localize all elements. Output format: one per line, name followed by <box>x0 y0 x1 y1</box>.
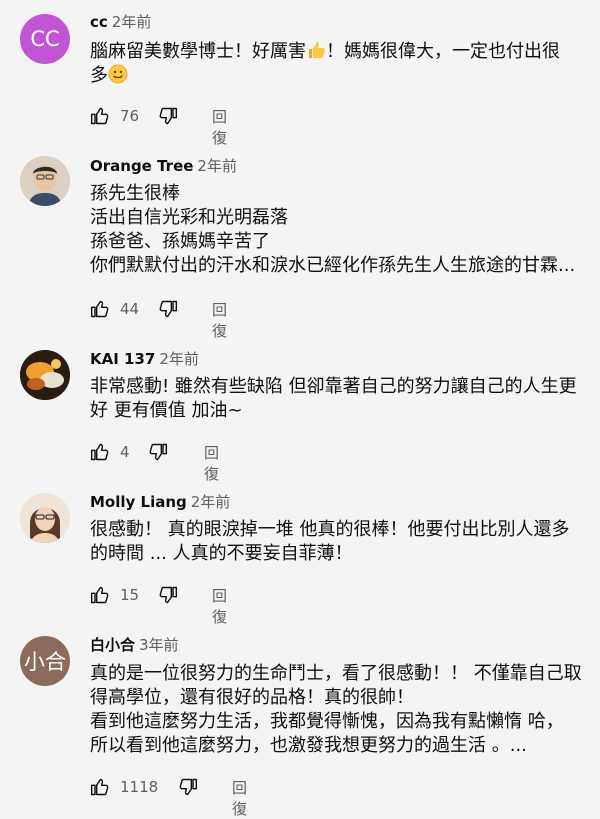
dislike-button[interactable] <box>158 585 178 605</box>
reply-button[interactable]: 回復 <box>232 777 247 819</box>
like-count: 76 <box>120 107 140 125</box>
avatar-initials: CC <box>30 27 60 51</box>
comment-header: Orange Tree 2年前 <box>90 156 237 176</box>
reply-button[interactable]: 回復 <box>212 106 227 148</box>
thumbs-down-icon <box>159 107 178 125</box>
comment-line: 所以看到他這麼努力，也激發我想更努力的過生活 。... <box>90 735 527 756</box>
thumbs-down-icon <box>159 586 178 604</box>
like-button[interactable]: 44 <box>90 299 139 319</box>
comment-time[interactable]: 2年前 <box>197 157 237 175</box>
comment-text: 真的是一位很努力的生命鬥士，看了很感動！！ 不僅靠自己取 得高學位，還有很好的品… <box>90 662 582 758</box>
avatar-initials: 小合 <box>24 650 66 674</box>
thumbs-up-emoji-icon <box>309 42 325 58</box>
like-button[interactable]: 15 <box>90 585 139 605</box>
comment-header: KAI 137 2年前 <box>90 349 199 369</box>
smiling-face-emoji-icon <box>108 64 128 84</box>
reply-button[interactable]: 回復 <box>204 442 219 484</box>
author-name[interactable]: Molly Liang <box>90 493 187 511</box>
like-button[interactable]: 1118 <box>90 777 158 797</box>
comment-line: 多 <box>90 64 580 88</box>
thumbs-up-icon <box>90 300 109 318</box>
user-photo-icon <box>20 350 70 400</box>
thumbs-up-icon <box>90 107 109 125</box>
comment-line: 真的是一位很努力的生命鬥士，看了很感動！！ 不僅靠自己取 <box>90 663 582 684</box>
comment-time[interactable]: 2年前 <box>191 493 231 511</box>
comment-line: 看到他這麼努力生活，我都覺得慚愧，因為我有點懶惰 哈， <box>90 711 564 732</box>
comment-time[interactable]: 2年前 <box>159 350 199 368</box>
dislike-button[interactable] <box>158 299 178 319</box>
avatar[interactable] <box>20 350 70 400</box>
comment-line: 很感動！ 真的眼淚掉一堆 他真的很棒！他要付出比別人還多 <box>90 519 570 540</box>
comment-line: 你們默默付出的汗水和淚水已經化作孫先生人生旅途的甘霖... <box>90 255 576 276</box>
comment-line: 腦麻留美數學博士！好厲害 ！媽媽很偉大，一定也付出很 <box>90 41 560 62</box>
comment-time[interactable]: 3年前 <box>139 636 179 654</box>
comment-time[interactable]: 2年前 <box>112 13 152 31</box>
avatar[interactable] <box>20 493 70 543</box>
comment-header: 白小合 3年前 <box>90 635 179 655</box>
comment-text: 非常感動! 雖然有些缺陷 但卻靠著自己的努力讓自己的人生更 好 更有價值 加油~ <box>90 375 580 423</box>
thumbs-down-icon <box>179 778 198 796</box>
dislike-button[interactable] <box>148 442 168 462</box>
avatar[interactable]: CC <box>20 14 70 64</box>
like-count: 1118 <box>120 778 159 796</box>
user-photo-icon <box>20 156 70 206</box>
comment-line: 非常感動! 雖然有些缺陷 但卻靠著自己的努力讓自己的人生更 <box>90 376 577 397</box>
like-button[interactable]: 76 <box>90 106 139 126</box>
author-name[interactable]: Orange Tree <box>90 157 193 175</box>
comment-line: 活出自信光彩和光明磊落 <box>90 207 288 228</box>
like-count: 15 <box>120 586 140 604</box>
author-name[interactable]: cc <box>90 13 108 31</box>
author-name[interactable]: KAI 137 <box>90 350 155 368</box>
thumbs-up-icon <box>90 778 109 796</box>
thumbs-down-icon <box>159 300 178 318</box>
comment-line: 得高學位，還有很好的品格！真的很帥！ <box>90 687 414 708</box>
thumbs-up-icon <box>90 443 109 461</box>
comment-line: 孫爸爸、孫媽媽辛苦了 <box>90 231 270 252</box>
comment-text: 腦麻留美數學博士！好厲害 ！媽媽很偉大，一定也付出很 多 <box>90 40 580 88</box>
like-count: 4 <box>120 443 130 461</box>
comment-line: 的時間 ... 人真的不要妄自菲薄！ <box>90 543 353 564</box>
comment-header: cc 2年前 <box>90 12 151 32</box>
reply-button[interactable]: 回復 <box>212 585 227 627</box>
like-count: 44 <box>120 300 140 318</box>
comment-text: 孫先生很棒 活出自信光彩和光明磊落 孫爸爸、孫媽媽辛苦了 你們默默付出的汗水和淚… <box>90 182 580 278</box>
thumbs-up-icon <box>90 586 109 604</box>
comment-header: Molly Liang 2年前 <box>90 492 230 512</box>
dislike-button[interactable] <box>178 777 198 797</box>
thumbs-down-icon <box>149 443 168 461</box>
avatar[interactable] <box>20 156 70 206</box>
like-button[interactable]: 4 <box>90 442 130 462</box>
dislike-button[interactable] <box>158 106 178 126</box>
comment-line: 好 更有價值 加油~ <box>90 400 243 421</box>
comment-text: 很感動！ 真的眼淚掉一堆 他真的很棒！他要付出比別人還多 的時間 ... 人真的… <box>90 518 580 566</box>
reply-button[interactable]: 回復 <box>212 299 227 341</box>
user-photo-icon <box>20 493 70 543</box>
avatar[interactable]: 小合 <box>20 636 70 686</box>
author-name[interactable]: 白小合 <box>90 636 135 654</box>
comment-line: 孫先生很棒 <box>90 183 180 204</box>
